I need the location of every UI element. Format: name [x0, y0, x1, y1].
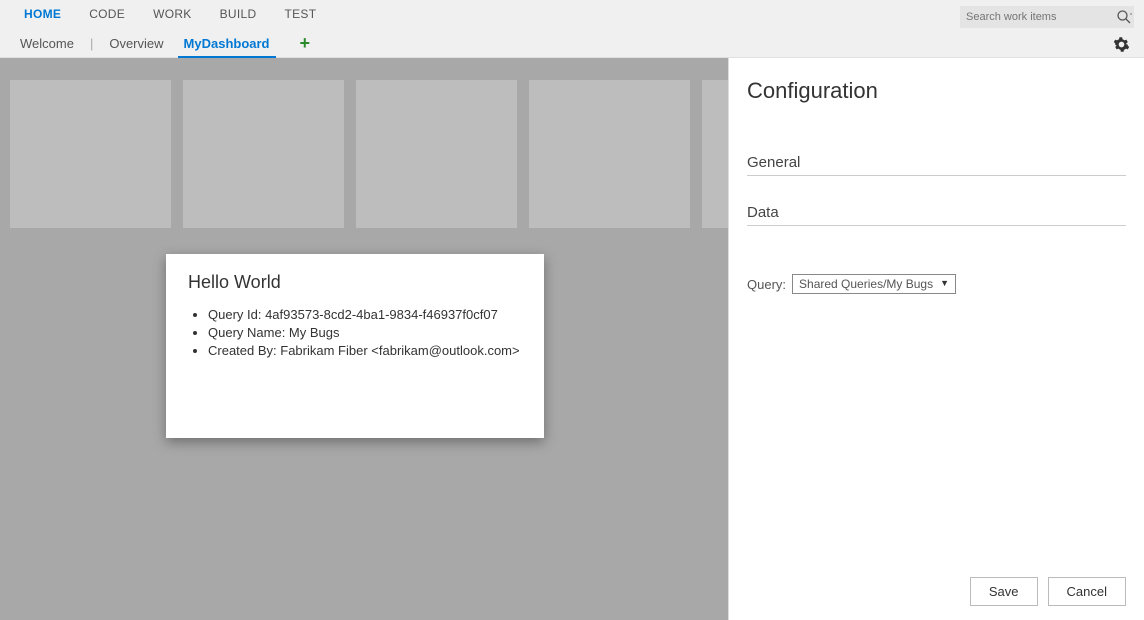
tab-overview[interactable]: Overview	[99, 32, 173, 55]
panel-footer: Save Cancel	[747, 577, 1126, 606]
configuration-panel: Configuration General Data Query: Shared…	[728, 58, 1144, 620]
search-input[interactable]	[960, 8, 1114, 26]
tab-mydashboard[interactable]: MyDashboard	[174, 32, 280, 55]
tile-row	[0, 58, 728, 228]
widget-detail-line: Query Name: My Bugs	[208, 325, 522, 340]
settings-gear-icon[interactable]	[1113, 36, 1130, 53]
section-general[interactable]: General	[747, 154, 1126, 176]
widget-title: Hello World	[188, 272, 522, 293]
cancel-button[interactable]: Cancel	[1048, 577, 1126, 606]
header-bar: HOME CODE WORK BUILD TEST Welcome | Over…	[0, 0, 1144, 58]
sub-nav: Welcome | Overview MyDashboard +	[0, 28, 1144, 58]
tile-placeholder[interactable]	[702, 80, 728, 228]
tile-placeholder[interactable]	[529, 80, 690, 228]
query-row: Query: Shared Queries/My Bugs	[747, 274, 1126, 294]
nav-work[interactable]: WORK	[139, 1, 206, 27]
widget-detail-line: Created By: Fabrikam Fiber <fabrikam@out…	[208, 343, 522, 358]
query-label: Query:	[747, 277, 786, 292]
nav-test[interactable]: TEST	[270, 1, 330, 27]
nav-home[interactable]: HOME	[10, 1, 75, 27]
search-icon[interactable]	[1114, 9, 1134, 25]
widget-card[interactable]: Hello World Query Id: 4af93573-8cd2-4ba1…	[166, 254, 544, 438]
tile-placeholder[interactable]	[356, 80, 517, 228]
nav-code[interactable]: CODE	[75, 1, 139, 27]
widget-detail-line: Query Id: 4af93573-8cd2-4ba1-9834-f46937…	[208, 307, 522, 322]
main-area: Hello World Query Id: 4af93573-8cd2-4ba1…	[0, 58, 1144, 620]
save-button[interactable]: Save	[970, 577, 1038, 606]
search-box[interactable]	[960, 6, 1134, 28]
nav-build[interactable]: BUILD	[206, 1, 271, 27]
section-data[interactable]: Data	[747, 204, 1126, 226]
tab-welcome[interactable]: Welcome	[10, 32, 84, 55]
dashboard-canvas: Hello World Query Id: 4af93573-8cd2-4ba1…	[0, 58, 728, 620]
tile-placeholder[interactable]	[10, 80, 171, 228]
query-select[interactable]: Shared Queries/My Bugs	[792, 274, 956, 294]
widget-details-list: Query Id: 4af93573-8cd2-4ba1-9834-f46937…	[188, 307, 522, 358]
config-panel-title: Configuration	[747, 78, 1126, 104]
tile-placeholder[interactable]	[183, 80, 344, 228]
tab-separator: |	[84, 36, 99, 51]
add-tab-button[interactable]: +	[290, 33, 321, 54]
